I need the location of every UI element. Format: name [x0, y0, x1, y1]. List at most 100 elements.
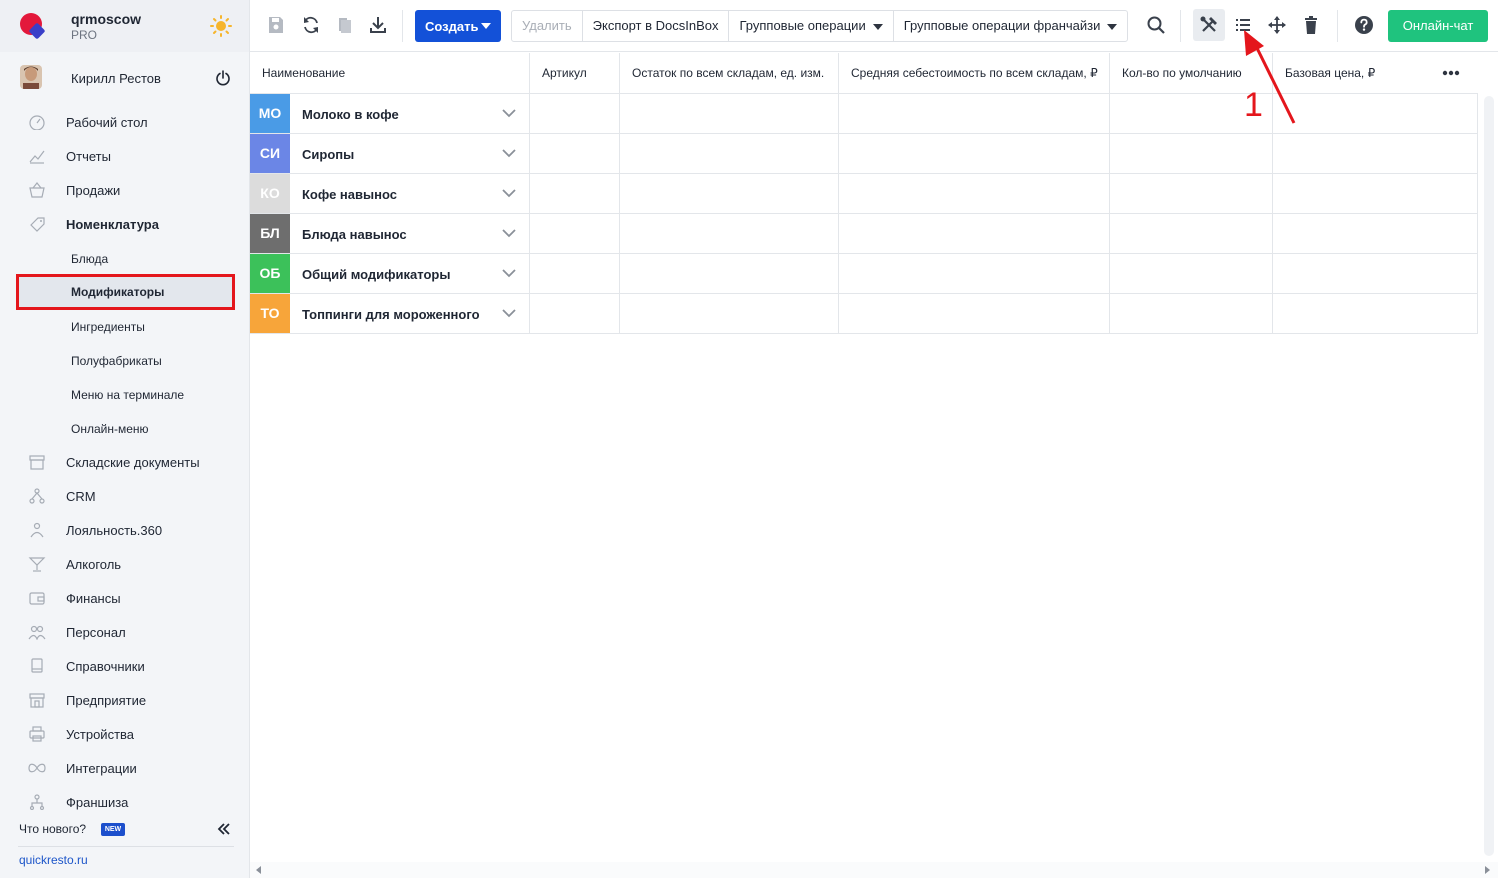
name-cell[interactable]: МО Молоко в кофе: [250, 94, 530, 133]
online-chat-button[interactable]: Онлайн-чат: [1388, 10, 1488, 42]
more-options-icon[interactable]: [1442, 70, 1460, 76]
sidebar-item-loyalty[interactable]: Лояльность.360: [0, 515, 249, 545]
sidebar-item-label: Складские документы: [66, 455, 200, 470]
column-header-name[interactable]: Наименование: [250, 53, 530, 93]
table-cell[interactable]: [1273, 294, 1478, 333]
sidebar: qrmoscow PRO Кирилл Рестов Рабочий стол …: [0, 0, 250, 878]
table-cell[interactable]: [620, 134, 839, 173]
table-row[interactable]: СИ Сиропы: [250, 134, 1478, 174]
refresh-icon[interactable]: [301, 15, 321, 35]
name-cell[interactable]: КО Кофе навынос: [250, 174, 530, 213]
user-block[interactable]: Кирилл Рестов: [0, 60, 249, 96]
whats-new-link[interactable]: Что нового?: [19, 822, 86, 836]
sidebar-item-finance[interactable]: Финансы: [0, 583, 249, 613]
table-cell[interactable]: [1110, 134, 1273, 173]
column-header-stock[interactable]: Остаток по всем складам, ед. изм.: [620, 53, 839, 93]
sidebar-item-warehouse[interactable]: Складские документы: [0, 447, 249, 477]
name-cell[interactable]: ТО Топпинги для мороженного: [250, 294, 530, 333]
table-cell[interactable]: [839, 174, 1110, 213]
table-cell[interactable]: [530, 294, 620, 333]
tools-button[interactable]: [1193, 9, 1225, 41]
sidebar-item-staff[interactable]: Персонал: [0, 617, 249, 647]
table-row[interactable]: БЛ Блюда навынос: [250, 214, 1478, 254]
horizontal-scrollbar[interactable]: [250, 862, 1498, 878]
search-icon[interactable]: [1146, 15, 1166, 35]
sidebar-item-enterprise[interactable]: Предприятие: [0, 685, 249, 715]
scroll-right-icon[interactable]: [1485, 866, 1490, 874]
sidebar-item-alcohol[interactable]: Алкоголь: [0, 549, 249, 579]
table-cell[interactable]: [839, 214, 1110, 253]
sidebar-item-references[interactable]: Справочники: [0, 651, 249, 681]
table-cell[interactable]: [530, 214, 620, 253]
sun-icon[interactable]: [210, 15, 232, 37]
table-cell[interactable]: [530, 174, 620, 213]
sidebar-subitem-modifiers[interactable]: Модификаторы: [0, 275, 249, 308]
table-cell[interactable]: [620, 214, 839, 253]
table-cell[interactable]: [620, 174, 839, 213]
vertical-scrollbar[interactable]: [1484, 96, 1494, 856]
chevron-down-icon[interactable]: [502, 108, 516, 118]
table-cell[interactable]: [1273, 134, 1478, 173]
site-link[interactable]: quickresto.ru: [19, 853, 88, 867]
chevron-down-icon[interactable]: [502, 188, 516, 198]
scroll-left-icon[interactable]: [256, 866, 261, 874]
table-cell[interactable]: [1273, 214, 1478, 253]
table-cell[interactable]: [839, 294, 1110, 333]
chevron-down-icon[interactable]: [502, 268, 516, 278]
sidebar-subitem-semifinished[interactable]: Полуфабрикаты: [0, 345, 249, 375]
table-cell[interactable]: [1110, 294, 1273, 333]
toolbar: Создать Удалить Экспорт в DocsInBox Груп…: [250, 0, 1498, 52]
column-header-article[interactable]: Артикул: [530, 53, 620, 93]
name-cell[interactable]: СИ Сиропы: [250, 134, 530, 173]
name-cell[interactable]: ОБ Общий модификаторы: [250, 254, 530, 293]
copy-icon[interactable]: [335, 15, 355, 35]
table-cell[interactable]: [1110, 254, 1273, 293]
chevron-down-icon[interactable]: [502, 228, 516, 238]
table-cell[interactable]: [839, 254, 1110, 293]
column-header-avg-cost[interactable]: Средняя себестоимость по всем складам, ₽: [839, 53, 1110, 93]
avatar[interactable]: [20, 65, 42, 89]
table-cell[interactable]: [620, 254, 839, 293]
chevron-down-icon[interactable]: [502, 308, 516, 318]
export-docsinbox-button[interactable]: Экспорт в DocsInBox: [583, 11, 730, 41]
table-cell[interactable]: [1273, 254, 1478, 293]
table-row[interactable]: КО Кофе навынос: [250, 174, 1478, 214]
table-cell[interactable]: [530, 134, 620, 173]
table-cell[interactable]: [620, 94, 839, 133]
sidebar-item-label: CRM: [66, 489, 96, 504]
annotation-number: 1: [1244, 86, 1263, 124]
sidebar-subitem-terminal-menu[interactable]: Меню на терминале: [0, 379, 249, 409]
power-icon[interactable]: [215, 70, 231, 86]
table-cell[interactable]: [620, 294, 839, 333]
sidebar-subitem-ingredients[interactable]: Ингредиенты: [0, 311, 249, 341]
help-icon[interactable]: [1354, 15, 1374, 35]
name-cell[interactable]: БЛ Блюда навынос: [250, 214, 530, 253]
sidebar-item-integrations[interactable]: Интеграции: [0, 753, 249, 783]
save-icon[interactable]: [266, 15, 286, 35]
sidebar-item-devices[interactable]: Устройства: [0, 719, 249, 749]
sidebar-item-dashboard[interactable]: Рабочий стол: [0, 107, 249, 137]
sidebar-item-sales[interactable]: Продажи: [0, 175, 249, 205]
table-cell[interactable]: [839, 94, 1110, 133]
collapse-sidebar-icon[interactable]: [217, 822, 231, 836]
table-cell[interactable]: [1110, 214, 1273, 253]
create-button[interactable]: Создать: [415, 10, 501, 42]
table-cell[interactable]: [1273, 174, 1478, 213]
table-cell[interactable]: [530, 254, 620, 293]
table-cell[interactable]: [1110, 174, 1273, 213]
sidebar-subitem-online-menu[interactable]: Онлайн-меню: [0, 413, 249, 443]
group-operations-dropdown[interactable]: Групповые операции: [729, 11, 894, 41]
franchise-group-operations-dropdown[interactable]: Групповые операции франчайзи: [894, 11, 1128, 41]
sidebar-item-crm[interactable]: CRM: [0, 481, 249, 511]
table-row[interactable]: ТО Топпинги для мороженного: [250, 294, 1478, 334]
sidebar-item-franchise[interactable]: Франшиза: [0, 787, 249, 817]
sidebar-item-reports[interactable]: Отчеты: [0, 141, 249, 171]
download-icon[interactable]: [368, 15, 388, 35]
chevron-down-icon[interactable]: [502, 148, 516, 158]
table-cell[interactable]: [530, 94, 620, 133]
table-row[interactable]: ОБ Общий модификаторы: [250, 254, 1478, 294]
table-cell[interactable]: [839, 134, 1110, 173]
sidebar-subitem-dishes[interactable]: Блюда: [0, 243, 249, 273]
sidebar-item-nomenclature[interactable]: Номенклатура: [0, 209, 249, 239]
delete-button[interactable]: Удалить: [512, 11, 583, 41]
